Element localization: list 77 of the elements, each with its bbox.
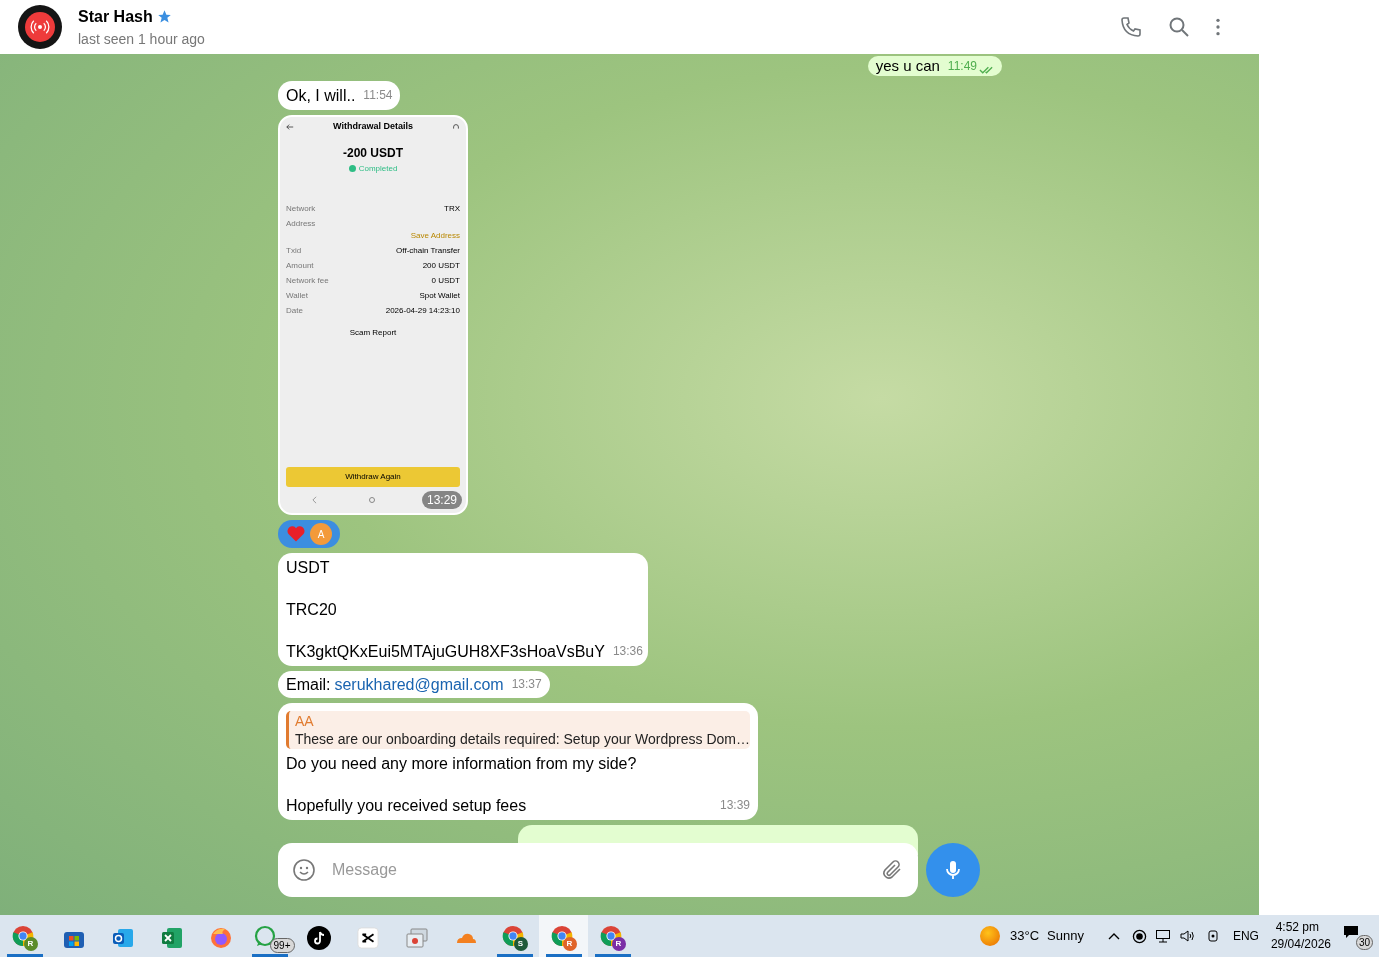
scissors-icon xyxy=(356,927,379,949)
clock-time: 4:52 pm xyxy=(1275,919,1319,936)
detail-value: 200 USDT xyxy=(422,260,460,271)
taskbar-app[interactable]: R xyxy=(588,915,637,957)
status-text: Completed xyxy=(358,163,398,174)
message-time: 13:39 xyxy=(719,797,750,814)
notification-icon[interactable] xyxy=(1343,924,1359,940)
search-icon[interactable] xyxy=(1167,15,1191,39)
detail-label: Address xyxy=(286,218,316,230)
phone-icon[interactable] xyxy=(1119,15,1143,39)
message-text: Do you need any more information from my side? xyxy=(286,754,637,774)
detail-value: Off-chain Transfer xyxy=(396,245,460,256)
detail-label: Txid xyxy=(286,245,302,256)
browser-icon xyxy=(208,926,233,950)
message-time: 11:54 xyxy=(363,87,393,104)
message-text: Ok, I will.. xyxy=(286,86,356,106)
detail-value: 2026-04-29 14:23:10 xyxy=(385,305,460,316)
attach-icon[interactable] xyxy=(880,858,904,882)
music-note-icon xyxy=(306,926,331,950)
detail-value: 0 USDT xyxy=(431,275,460,286)
contact-status: last seen 1 hour ago xyxy=(78,29,205,49)
message-text: TK3gktQKxEui5MTAjuGUH8XF3sHoaVsBuY xyxy=(286,642,605,662)
scam-report-link[interactable]: Scam Report xyxy=(286,327,460,338)
record-icon[interactable] xyxy=(1131,928,1147,944)
screen-title: Withdrawal Details xyxy=(333,120,413,133)
broadcast-icon xyxy=(25,12,55,42)
windows-icon xyxy=(404,926,429,950)
mail-icon xyxy=(110,926,135,950)
withdrawal-amount: -200 USDT xyxy=(342,144,404,162)
detail-label: Network fee xyxy=(286,275,329,286)
message-time: 13:36 xyxy=(612,643,643,660)
message-time: 13:37 xyxy=(511,676,542,693)
microphone-button[interactable] xyxy=(926,843,980,897)
emoji-icon[interactable] xyxy=(292,858,316,882)
network-icon[interactable] xyxy=(1154,928,1171,944)
clock[interactable]: 4:52 pm 29/04/2026 xyxy=(1270,919,1331,953)
speaker-icon[interactable] xyxy=(1178,928,1195,944)
detail-label: Amount xyxy=(286,260,314,271)
nav-back-icon xyxy=(312,496,318,504)
reactor-avatar: A xyxy=(310,523,332,545)
detail-value: Spot Wallet xyxy=(419,290,460,301)
back-arrow-icon xyxy=(286,122,294,131)
more-icon[interactable] xyxy=(1215,17,1221,37)
message-text: TRC20 xyxy=(286,600,338,620)
spreadsheet-icon xyxy=(159,926,184,950)
notification-count: 30 xyxy=(1355,935,1373,950)
detail-label: Wallet xyxy=(286,290,308,301)
detail-value: TRX xyxy=(444,203,460,214)
message-text: Hopefully you received setup fees xyxy=(286,796,528,816)
screenshot-image[interactable] xyxy=(278,115,468,515)
withdraw-again-button[interactable]: Withdraw Again xyxy=(286,467,460,487)
email-link[interactable]: serukhared@gmail.com xyxy=(334,674,504,695)
language-indicator[interactable]: ENG xyxy=(1232,927,1259,945)
clock-date: 29/04/2026 xyxy=(1270,936,1331,953)
temperature-text: 33°C xyxy=(1010,927,1040,946)
taskbar-app[interactable]: 99+ xyxy=(245,915,294,957)
headset-icon xyxy=(452,122,460,131)
message-time: 11:49 xyxy=(947,58,977,75)
heart-icon xyxy=(286,524,306,544)
quoted-message[interactable]: AA These are our onboarding details required: Setup your Wordpress Dom… xyxy=(286,711,750,749)
taskbar-app[interactable]: R xyxy=(0,915,49,957)
detail-label: Network xyxy=(286,203,316,214)
unread-count-badge: 99+ xyxy=(269,938,295,953)
message-field[interactable]: Message xyxy=(278,843,918,897)
quote-sender: AA xyxy=(295,712,315,730)
taskbar-app[interactable]: S xyxy=(490,915,539,957)
chevron-up-icon[interactable] xyxy=(1107,932,1120,940)
weather-text: Sunny xyxy=(1047,927,1084,946)
message-input[interactable]: Message xyxy=(332,858,880,882)
message-text: yes u can xyxy=(875,57,940,75)
contact-avatar[interactable] xyxy=(18,5,62,49)
check-icon xyxy=(348,165,356,172)
contact-name: Star Hash xyxy=(78,6,153,27)
message-label: Email: xyxy=(286,675,331,695)
message-time: 13:29 xyxy=(421,491,462,509)
message-text: USDT xyxy=(286,558,331,578)
detail-label: Date xyxy=(286,305,303,316)
